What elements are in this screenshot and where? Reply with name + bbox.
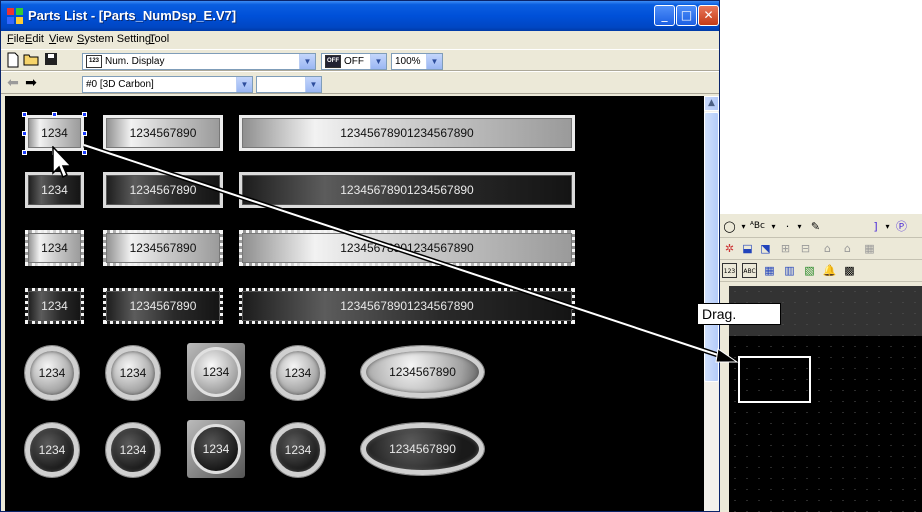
num-display-part[interactable]: 12345678901234567890 <box>239 288 575 324</box>
new-file-icon[interactable] <box>5 52 21 68</box>
chevron-down-icon[interactable]: ▼ <box>305 77 321 92</box>
num-display-part[interactable]: 12345678901234567890 <box>239 230 575 266</box>
selection-handle[interactable] <box>22 112 27 117</box>
maximize-button[interactable]: □ <box>676 5 697 26</box>
chevron-down-icon[interactable]: ▼ <box>426 54 442 69</box>
parts-toolbar: ✲ ⬓ ⬔ ⊞ ⊟ ⌂ ⌂ ▦ <box>720 238 922 260</box>
off-state-icon: OFF <box>325 54 341 68</box>
num-display-icon[interactable]: 123 <box>722 263 737 278</box>
parts-canvas[interactable]: 1234 1234567890 12345678901234567890 123… <box>5 96 704 511</box>
round-num-display-part[interactable]: 1234 <box>25 423 79 477</box>
graph-display-icon[interactable]: ▥ <box>782 263 797 278</box>
square-num-display-part[interactable]: 1234 <box>187 420 245 478</box>
chevron-down-icon[interactable]: ▼ <box>370 54 386 69</box>
selection-handle[interactable] <box>22 150 27 155</box>
selection-handle[interactable] <box>22 131 27 136</box>
style-sub-select[interactable]: ▼ <box>256 76 322 93</box>
alarm-bell-icon[interactable]: 🔔 <box>822 263 837 278</box>
square-num-display-value: 1234 <box>191 347 241 397</box>
title-bar[interactable]: Parts List - [Parts_NumDsp_E.V7] _ □ ✕ <box>1 1 719 31</box>
close-button[interactable]: ✕ <box>698 5 719 26</box>
forward-arrow-icon[interactable]: ➡ <box>23 75 39 91</box>
scroll-thumb[interactable] <box>704 112 719 382</box>
style-value: #0 [3D Carbon] <box>86 79 154 90</box>
menu-edit[interactable]: Edit <box>25 33 44 45</box>
chevron-down-icon[interactable]: ▼ <box>299 54 315 69</box>
grid-parts-icon[interactable]: ⊟ <box>798 241 813 256</box>
button-parts-icon[interactable]: ⬔ <box>758 241 773 256</box>
table-display-icon[interactable]: ▦ <box>762 263 777 278</box>
selection-handle[interactable] <box>82 112 87 117</box>
display-parts-toolbar: 123 ABC ▦ ▥ ▧ 🔔 ▩ <box>720 260 922 282</box>
chevron-down-icon[interactable]: ▼ <box>236 77 252 92</box>
open-folder-icon[interactable] <box>23 52 39 68</box>
save-icon[interactable] <box>43 52 59 68</box>
square-num-display-part[interactable]: 1234 <box>187 343 245 401</box>
zoom-select[interactable]: 100% ▼ <box>391 53 443 70</box>
group-parts-icon[interactable]: ▦ <box>862 241 877 256</box>
oval-num-display-part[interactable]: 1234567890 <box>361 346 484 398</box>
window-title: Parts List - [Parts_NumDsp_E.V7] <box>28 8 237 23</box>
scroll-up-icon[interactable]: ▲ <box>704 96 719 111</box>
round-num-display-part[interactable]: 1234 <box>106 346 160 400</box>
circle-tool-icon[interactable]: ◯ <box>722 219 737 234</box>
round-num-display-part[interactable]: 1234 <box>271 346 325 400</box>
drop-placeholder <box>738 356 811 403</box>
selection-handle[interactable] <box>82 150 87 155</box>
parts-p-icon[interactable]: Ⓟ <box>894 219 909 234</box>
switch-parts-icon[interactable]: ✲ <box>722 241 737 256</box>
trend-display-icon[interactable]: ▧ <box>802 263 817 278</box>
selection-handle[interactable] <box>82 131 87 136</box>
back-arrow-icon[interactable]: ⬅ <box>5 75 21 91</box>
minimize-button[interactable]: _ <box>654 5 675 26</box>
app-icon <box>7 8 23 24</box>
state-select[interactable]: OFF OFF ▼ <box>321 53 387 70</box>
drawing-toolbar: ◯ ▾ ᴬBc ▾ · ▾ ✎ ] ▾ Ⓟ <box>720 216 922 238</box>
menu-bar: File Edit View System Setting Tool <box>1 31 719 49</box>
message-display-icon[interactable]: ▩ <box>842 263 857 278</box>
fill-tool-icon[interactable]: ✎ <box>808 219 823 234</box>
menu-view[interactable]: View <box>49 33 73 45</box>
round-num-display-part[interactable]: 1234 <box>271 423 325 477</box>
drag-callout: Drag. <box>697 303 781 325</box>
style-select[interactable]: #0 [3D Carbon] ▼ <box>82 76 253 93</box>
chevron-down-icon[interactable]: ▾ <box>880 219 895 234</box>
mouse-cursor-icon <box>52 146 73 179</box>
text-tool-icon[interactable]: ᴬBc <box>750 219 765 234</box>
num-display-part[interactable]: 1234567890 <box>103 230 223 266</box>
main-toolbar: 123 Num. Display ▼ OFF OFF ▼ 100% ▼ <box>1 49 719 71</box>
grid-parts-icon[interactable]: ⊞ <box>778 241 793 256</box>
parts-type-select[interactable]: 123 Num. Display ▼ <box>82 53 316 70</box>
selection-handle[interactable] <box>52 112 57 117</box>
char-display-icon[interactable]: ABC <box>742 263 757 278</box>
chevron-down-icon[interactable]: ▾ <box>736 219 751 234</box>
chevron-down-icon[interactable]: ▾ <box>766 219 781 234</box>
num-display-part[interactable]: 1234567890 <box>103 288 223 324</box>
menu-file[interactable]: File <box>7 33 25 45</box>
oval-num-display-part[interactable]: 1234567890 <box>361 423 484 475</box>
state-value: OFF <box>344 56 364 67</box>
round-num-display-part[interactable]: 1234 <box>25 346 79 400</box>
chevron-down-icon[interactable]: ▾ <box>792 219 807 234</box>
num-display-part[interactable]: 1234 <box>25 230 84 266</box>
align-parts-icon[interactable]: ⌂ <box>840 241 855 256</box>
round-num-display-part[interactable]: 1234 <box>106 423 160 477</box>
num-display-part[interactable]: 12345678901234567890 <box>239 115 575 151</box>
lamp-parts-icon[interactable]: ⬓ <box>740 241 755 256</box>
num-display-part[interactable]: 1234 <box>25 288 84 324</box>
menu-tool[interactable]: Tool <box>149 33 169 45</box>
parts-list-window: Parts List - [Parts_NumDsp_E.V7] _ □ ✕ F… <box>0 0 720 512</box>
style-toolbar: ⬅ ➡ #0 [3D Carbon] ▼ ▼ <box>1 71 719 94</box>
num-display-icon: 123 <box>86 54 102 68</box>
align-parts-icon[interactable]: ⌂ <box>820 241 835 256</box>
square-num-display-value: 1234 <box>191 424 241 474</box>
zoom-value: 100% <box>395 56 421 67</box>
num-display-part[interactable]: 1234567890 <box>103 115 223 151</box>
num-display-part[interactable]: 12345678901234567890 <box>239 172 575 208</box>
menu-system-setting[interactable]: System Setting <box>77 33 151 45</box>
parts-type-value: Num. Display <box>105 56 165 67</box>
num-display-part[interactable]: 1234567890 <box>103 172 223 208</box>
